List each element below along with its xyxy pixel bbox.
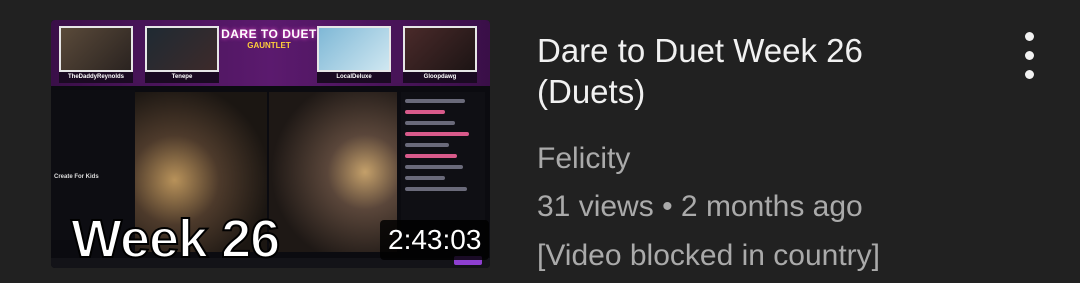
chat-line	[405, 165, 463, 169]
video-stats: 31 views • 2 months ago	[537, 190, 863, 224]
video-thumbnail[interactable]: TheDaddyReynolds Tenepe LocalDeluxe Gloo…	[51, 20, 490, 268]
performer-video-2	[269, 92, 397, 252]
view-count: 31 views	[537, 190, 654, 223]
webcam-name: Tenepe	[145, 72, 219, 83]
duration-badge: 2:43:03	[380, 220, 490, 260]
meta-separator: •	[662, 190, 673, 223]
event-logo-line2: GAUNTLET	[247, 41, 291, 50]
availability-status: [Video blocked in country]	[537, 239, 880, 272]
webcam-4	[403, 26, 477, 72]
chat-line	[405, 110, 445, 114]
kebab-dot	[1025, 70, 1034, 79]
video-list-item[interactable]: TheDaddyReynolds Tenepe LocalDeluxe Gloo…	[0, 0, 1080, 283]
webcam-name: TheDaddyReynolds	[59, 72, 133, 83]
side-label: Create For Kids	[54, 174, 99, 180]
kebab-dot	[1025, 51, 1034, 60]
chat-line	[405, 99, 465, 103]
chat-line	[405, 154, 457, 158]
more-vert-icon[interactable]	[1016, 30, 1044, 82]
webcam-name: Gloopdawg	[403, 72, 477, 83]
webcam-name: LocalDeluxe	[317, 72, 391, 83]
webcam-2	[145, 26, 219, 72]
chat-line	[405, 121, 455, 125]
video-title[interactable]: Dare to Duet Week 26 (Duets)	[537, 30, 957, 112]
event-logo-line1: DARE TO DUET	[221, 27, 317, 41]
chat-line	[405, 143, 449, 147]
event-logo: DARE TO DUET GAUNTLET	[221, 28, 317, 78]
channel-name[interactable]: Felicity	[537, 142, 630, 176]
kebab-dot	[1025, 32, 1034, 41]
chat-line	[405, 187, 467, 191]
chat-line	[405, 176, 445, 180]
upload-age: 2 months ago	[680, 190, 863, 223]
webcam-1	[59, 26, 133, 72]
thumbnail-overlay-text: Week 26	[70, 209, 281, 268]
webcam-3	[317, 26, 391, 72]
chat-line	[405, 132, 469, 136]
